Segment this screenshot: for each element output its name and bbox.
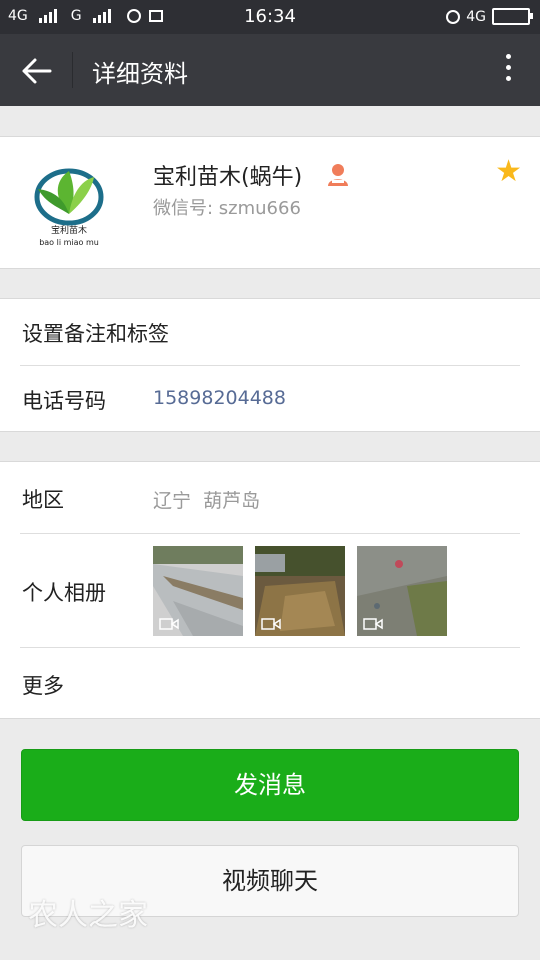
avatar[interactable]: 宝利苗木 bao li miao mu — [24, 159, 114, 249]
title-bar: 详细资料 — [0, 34, 540, 106]
title-divider — [72, 52, 73, 88]
album-photo-2[interactable] — [255, 546, 345, 636]
album-label: 个人相册 — [22, 581, 106, 605]
info-card: 地区 辽宁 葫芦岛 个人相册 更多 — [0, 461, 540, 719]
send-message-button[interactable]: 发消息 — [21, 749, 519, 821]
battery-icon — [492, 8, 533, 25]
more-label: 更多 — [22, 674, 64, 698]
contact-card: 设置备注和标签 电话号码 15898204488 — [0, 298, 540, 432]
profile-card[interactable]: 宝利苗木 bao li miao mu 宝利苗木(蜗牛) 微信号: szmu66… — [0, 136, 540, 269]
video-camera-icon — [261, 618, 281, 630]
more-options-icon[interactable] — [504, 54, 512, 88]
network-label-4g-right: 4G — [466, 8, 486, 25]
album-photo-3[interactable] — [357, 546, 447, 636]
remark-label: 设置备注和标签 — [22, 322, 169, 346]
video-camera-icon — [159, 618, 179, 630]
video-camera-icon — [363, 618, 383, 630]
phone-label: 电话号码 — [22, 389, 106, 413]
wechat-id: 微信号: szmu666 — [153, 198, 301, 219]
phone-number[interactable]: 15898204488 — [153, 387, 286, 409]
remark-row[interactable]: 设置备注和标签 — [0, 299, 540, 365]
contact-name: 宝利苗木(蜗牛) — [153, 165, 303, 190]
page-title: 详细资料 — [92, 60, 188, 88]
status-bar: 4G G 16:34 4G — [0, 0, 540, 34]
back-arrow-icon[interactable] — [20, 54, 54, 88]
phone-row[interactable]: 电话号码 15898204488 — [0, 366, 540, 432]
alarm-icon — [446, 9, 461, 24]
status-right: 4G — [446, 8, 533, 25]
logo-text-en: bao li miao mu — [39, 238, 99, 247]
album-row[interactable]: 个人相册 — [0, 534, 540, 647]
album-photo-1[interactable] — [153, 546, 243, 636]
more-row[interactable]: 更多 — [0, 648, 540, 719]
star-icon[interactable]: ★ — [495, 157, 522, 187]
region-row: 地区 辽宁 葫芦岛 — [0, 462, 540, 533]
region-label: 地区 — [22, 488, 64, 512]
person-icon — [328, 164, 348, 186]
logo-text-cn: 宝利苗木 — [51, 224, 87, 236]
region-value: 辽宁 葫芦岛 — [153, 490, 261, 512]
watermark: 农人之家 — [28, 898, 148, 933]
